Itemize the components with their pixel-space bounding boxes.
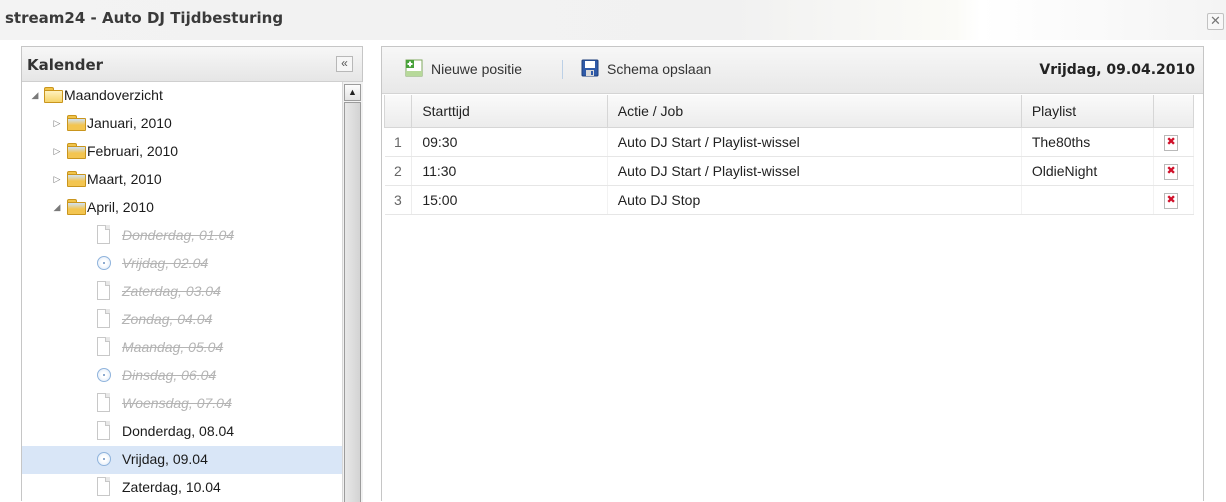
calendar-panel: Kalender « ◢ Maandoverzicht ▷ Januari, 2… bbox=[21, 46, 363, 502]
toolbar-separator bbox=[562, 60, 563, 79]
tree-label: Woensdag, 07.04 bbox=[122, 395, 232, 411]
tree-label: Dinsdag, 06.04 bbox=[122, 367, 217, 383]
collapsed-triangle-icon[interactable]: ▷ bbox=[52, 118, 62, 128]
tree-node-day[interactable]: Donderdag, 01.04 bbox=[22, 222, 342, 250]
table-row[interactable]: 2 11:30 Auto DJ Start / Playlist-wissel … bbox=[384, 156, 1194, 186]
row-number: 1 bbox=[384, 127, 413, 157]
column-header-delete bbox=[1153, 95, 1194, 128]
calendar-tree: ◢ Maandoverzicht ▷ Januari, 2010 ▷ Febru… bbox=[22, 82, 342, 502]
cell-action[interactable]: Auto DJ Start / Playlist-wissel bbox=[607, 156, 1022, 186]
page-icon bbox=[97, 337, 110, 356]
tree-scrollbar[interactable]: ▲ bbox=[342, 82, 363, 502]
floppy-disk-icon bbox=[581, 59, 599, 77]
tree-node-day[interactable]: Zondag, 04.04 bbox=[22, 306, 342, 334]
tree-label: Zondag, 04.04 bbox=[122, 311, 213, 327]
tree-node-day-selected[interactable]: Vrijdag, 09.04 bbox=[22, 446, 342, 474]
table-header-row: Starttijd Actie / Job Playlist bbox=[383, 95, 1194, 128]
cell-starttijd[interactable]: 11:30 bbox=[411, 156, 608, 186]
tree-node-day[interactable]: Zaterdag, 03.04 bbox=[22, 278, 342, 306]
selected-date: Vrijdag, 09.04.2010 bbox=[1039, 62, 1195, 78]
add-document-icon bbox=[405, 59, 423, 77]
toolbar: Nieuwe positie Schema opslaan Vrijdag, 0… bbox=[382, 47, 1203, 94]
cell-playlist[interactable]: OldieNight bbox=[1021, 156, 1155, 186]
cell-delete bbox=[1153, 185, 1194, 215]
page-icon bbox=[97, 477, 110, 496]
page-icon bbox=[97, 309, 110, 328]
collapse-panel-button[interactable]: « bbox=[336, 56, 353, 72]
calendar-folder-icon bbox=[67, 115, 86, 131]
tree-label: Januari, 2010 bbox=[87, 115, 172, 131]
cell-action[interactable]: Auto DJ Start / Playlist-wissel bbox=[607, 127, 1022, 157]
clock-icon bbox=[97, 256, 111, 270]
tree-node-day[interactable]: Woensdag, 07.04 bbox=[22, 390, 342, 418]
delete-icon[interactable] bbox=[1164, 163, 1179, 180]
tree-node-maandoverzicht[interactable]: ◢ Maandoverzicht bbox=[22, 82, 342, 110]
scroll-up-arrow-icon[interactable]: ▲ bbox=[344, 84, 361, 101]
scrollbar-thumb[interactable] bbox=[344, 102, 361, 502]
tree-node-day[interactable]: Vrijdag, 02.04 bbox=[22, 250, 342, 278]
tree-node-day[interactable]: Zaterdag, 10.04 bbox=[22, 474, 342, 502]
tree-label: Maandoverzicht bbox=[64, 87, 163, 103]
tree-node-day[interactable]: Dinsdag, 06.04 bbox=[22, 362, 342, 390]
collapsed-triangle-icon[interactable]: ▷ bbox=[52, 146, 62, 156]
tree-label: Vrijdag, 09.04 bbox=[122, 451, 208, 467]
cell-starttijd[interactable]: 15:00 bbox=[411, 185, 608, 215]
tree-node-month[interactable]: ▷ Januari, 2010 bbox=[22, 110, 342, 138]
expanded-triangle-icon[interactable]: ◢ bbox=[52, 202, 62, 212]
delete-icon[interactable] bbox=[1164, 192, 1179, 209]
tree-label: Donderdag, 01.04 bbox=[122, 227, 235, 243]
page-icon bbox=[97, 225, 110, 244]
page-icon bbox=[97, 281, 110, 300]
page-icon bbox=[97, 393, 110, 412]
row-number: 2 bbox=[384, 156, 413, 186]
folder-open-icon bbox=[44, 87, 63, 103]
delete-icon[interactable] bbox=[1164, 134, 1179, 151]
tree-node-month[interactable]: ▷ Maart, 2010 bbox=[22, 166, 342, 194]
save-schedule-label: Schema opslaan bbox=[607, 61, 712, 77]
row-number-header bbox=[383, 95, 413, 128]
calendar-title: Kalender bbox=[27, 56, 104, 74]
clock-icon bbox=[97, 368, 111, 382]
column-header-starttijd[interactable]: Starttijd bbox=[411, 95, 608, 128]
close-icon[interactable]: ✕ bbox=[1207, 13, 1224, 30]
tree-label: April, 2010 bbox=[87, 199, 154, 215]
row-number: 3 bbox=[384, 185, 413, 215]
cell-action[interactable]: Auto DJ Stop bbox=[607, 185, 1022, 215]
tree-label: Februari, 2010 bbox=[87, 143, 179, 159]
collapsed-triangle-icon[interactable]: ▷ bbox=[52, 174, 62, 184]
tree-label: Zaterdag, 10.04 bbox=[122, 479, 221, 495]
tree-node-month[interactable]: ▷ Februari, 2010 bbox=[22, 138, 342, 166]
tree-label: Zaterdag, 03.04 bbox=[122, 283, 221, 299]
new-position-label: Nieuwe positie bbox=[431, 61, 523, 77]
calendar-folder-icon bbox=[67, 171, 86, 187]
calendar-header: Kalender « bbox=[22, 47, 362, 82]
column-header-playlist[interactable]: Playlist bbox=[1020, 95, 1155, 128]
cell-delete bbox=[1153, 127, 1194, 157]
page-icon bbox=[97, 421, 110, 440]
tree-node-day[interactable]: Donderdag, 08.04 bbox=[22, 418, 342, 446]
tree-label: Vrijdag, 02.04 bbox=[122, 255, 209, 271]
column-header-actie[interactable]: Actie / Job bbox=[606, 95, 1022, 128]
tree-node-month[interactable]: ◢ April, 2010 bbox=[22, 194, 342, 222]
table-row[interactable]: 3 15:00 Auto DJ Stop bbox=[384, 185, 1194, 215]
clock-icon bbox=[97, 452, 111, 466]
title-bar: stream24 - Auto DJ Tijdbesturing ✕ bbox=[0, 0, 1226, 40]
calendar-folder-icon bbox=[67, 199, 86, 215]
cell-delete bbox=[1153, 156, 1194, 186]
cell-playlist[interactable]: The80ths bbox=[1021, 127, 1155, 157]
cell-playlist[interactable] bbox=[1021, 185, 1155, 215]
tree-label: Maandag, 05.04 bbox=[122, 339, 224, 355]
schedule-panel: Nieuwe positie Schema opslaan Vrijdag, 0… bbox=[381, 46, 1204, 501]
tree-node-day[interactable]: Maandag, 05.04 bbox=[22, 334, 342, 362]
cell-starttijd[interactable]: 09:30 bbox=[411, 127, 608, 157]
schedule-table: Starttijd Actie / Job Playlist 1 09:30 A… bbox=[383, 95, 1194, 215]
window-title: stream24 - Auto DJ Tijdbesturing bbox=[5, 9, 284, 27]
table-row[interactable]: 1 09:30 Auto DJ Start / Playlist-wissel … bbox=[384, 127, 1194, 157]
tree-label: Maart, 2010 bbox=[87, 171, 162, 187]
tree-label: Donderdag, 08.04 bbox=[122, 423, 235, 439]
calendar-folder-icon bbox=[67, 143, 86, 159]
expanded-triangle-icon[interactable]: ◢ bbox=[30, 90, 40, 100]
